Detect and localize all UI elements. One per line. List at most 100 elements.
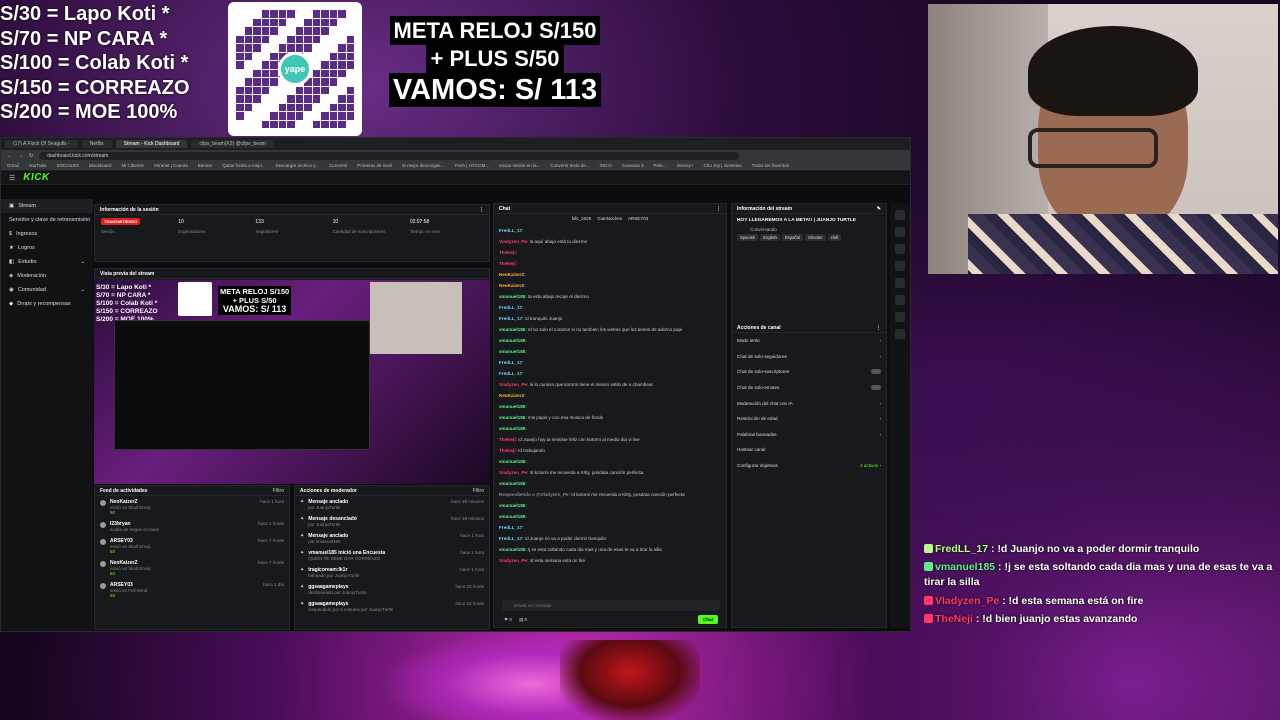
rail-icon[interactable]: [895, 210, 905, 220]
bookmark-item[interactable]: INGYI: [600, 163, 612, 168]
chat-username[interactable]: FredLL_17: [499, 525, 522, 530]
chat-username[interactable]: TheNeji: [499, 250, 516, 255]
sidebar-item-stream[interactable]: ▣ Stream: [1, 199, 93, 213]
stream-tag[interactable]: Español: [781, 234, 804, 241]
channel-action-row[interactable]: Moderación del chat con IA ›: [732, 395, 886, 411]
chat-username[interactable]: FredLL_17: [499, 228, 522, 233]
chat-username[interactable]: FredLL_17: [499, 360, 522, 365]
sidebar-item-income[interactable]: $ Ingresos: [1, 227, 93, 241]
browser-tab[interactable]: clips_beam(X2) @clips_beam: [191, 140, 274, 148]
bookmark-item[interactable]: Mi Cibertec: [121, 163, 144, 168]
channel-action-control[interactable]: ›: [879, 354, 881, 359]
url-input[interactable]: dashboard.kick.com/stream: [39, 151, 740, 160]
channel-action-control[interactable]: ›: [879, 432, 881, 437]
bookmark-item[interactable]: YAVA | HYCOM...: [454, 163, 489, 168]
chat-username[interactable]: Vladyzen_Pe: [499, 558, 527, 563]
channel-action-row[interactable]: Hostear canal: [732, 442, 886, 458]
rail-icon[interactable]: [895, 312, 905, 322]
back-icon[interactable]: ←: [7, 153, 12, 159]
stream-tag[interactable]: Spanish: [737, 234, 759, 241]
chat-input[interactable]: Enviar un mensaje: [502, 600, 720, 611]
kick-logo[interactable]: KICK: [23, 172, 49, 183]
bookmark-item[interactable]: Chu Joy | Juventus: [703, 163, 741, 168]
stream-tag[interactable]: chill: [827, 234, 841, 241]
bookmark-item[interactable]: Banner: [198, 163, 213, 168]
bookmark-item[interactable]: Blackboard: [89, 163, 112, 168]
bookmark-item[interactable]: YouTube: [29, 163, 47, 168]
rail-icon[interactable]: [895, 329, 905, 339]
sidebar-item-moderation[interactable]: ◈ Moderación: [1, 269, 93, 283]
edit-icon[interactable]: ✎: [877, 206, 881, 212]
chat-username[interactable]: vmanuel185: [499, 481, 525, 486]
chat-username[interactable]: vmanuel185: [499, 338, 525, 343]
rail-icon[interactable]: [895, 278, 905, 288]
channel-action-row[interactable]: Chat de solo-emotes: [732, 380, 886, 396]
toggle-switch[interactable]: [871, 368, 881, 374]
chat-username[interactable]: Vladyzen_Pe: [499, 239, 527, 244]
gift-icon[interactable]: ⚑: [504, 617, 508, 622]
chat-username[interactable]: vmanuel185: [499, 426, 525, 431]
chat-username[interactable]: NeoKaizerZ: [499, 393, 524, 398]
chat-username[interactable]: Vladyzen_Pe: [499, 470, 527, 475]
channel-action-control[interactable]: [871, 384, 881, 391]
chat-username[interactable]: vmanuel185: [499, 404, 525, 409]
bookmark-item[interactable]: Si mejor descargas...: [402, 163, 444, 168]
chat-username[interactable]: FredLL_17: [499, 305, 522, 310]
wallet-icon[interactable]: ▤: [519, 617, 523, 622]
chat-username[interactable]: vmanuel185: [499, 294, 525, 299]
chat-username[interactable]: NeoKaizerZ: [499, 283, 524, 288]
menu-icon[interactable]: ☰: [9, 174, 15, 182]
browser-tab-active[interactable]: Stream - Kick Dashboard: [115, 140, 188, 148]
sidebar-item-studio[interactable]: ◧ Estudio ⌄: [1, 255, 93, 269]
chat-username[interactable]: FredLL_17: [499, 371, 522, 376]
browser-tab[interactable]: (17) A Flock Of Seagulls -: [5, 140, 78, 148]
bookmark-item[interactable]: Pelic...: [654, 163, 668, 168]
top-gifter[interactable]: GianNoches: [597, 216, 622, 221]
bookmark-item[interactable]: Gmail: [7, 163, 19, 168]
filter-button[interactable]: Filtro: [473, 488, 484, 494]
more-icon[interactable]: ⋮: [479, 207, 484, 213]
reload-icon[interactable]: ↻: [29, 153, 33, 159]
chat-username[interactable]: vmanuel185: [499, 415, 525, 420]
stream-preview-video[interactable]: S/30 = Lapo Koti * S/70 = NP CARA * S/10…: [94, 280, 490, 484]
chat-send-button[interactable]: Chat: [698, 615, 718, 624]
more-icon[interactable]: ⋮: [716, 206, 721, 212]
chat-username[interactable]: vmanuel185: [499, 459, 525, 464]
sidebar-item-community[interactable]: ◉ Comunidad ⌄: [1, 283, 93, 297]
rail-icon[interactable]: [895, 261, 905, 271]
bookmark-item[interactable]: Quitar fondo a mejo...: [222, 163, 265, 168]
chat-username[interactable]: TheNeji: [499, 448, 516, 453]
sidebar-item-achievements[interactable]: ★ Logros: [1, 241, 93, 255]
toggle-switch[interactable]: [871, 384, 881, 390]
stream-tag[interactable]: English: [760, 234, 780, 241]
bookmark-item[interactable]: Disney+: [677, 163, 693, 168]
chat-username[interactable]: Vladyzen_Pe: [499, 382, 527, 387]
channel-action-control[interactable]: ›: [879, 401, 881, 406]
chat-username[interactable]: FredLL_17: [499, 536, 522, 541]
chat-username[interactable]: TheNeji: [499, 437, 516, 442]
chat-username[interactable]: vmanuel185: [499, 503, 525, 508]
channel-action-control[interactable]: ›: [879, 338, 881, 343]
sidebar-item-drops[interactable]: ◆ Drops y recompensas: [1, 297, 93, 311]
filter-button[interactable]: Filtro: [273, 488, 284, 494]
channel-action-row[interactable]: Restricción de edad ›: [732, 411, 886, 427]
bookmark-item[interactable]: Descargar archivo y...: [276, 163, 319, 168]
bookmark-item[interactable]: Iniciar sesión en la...: [499, 163, 540, 168]
channel-action-row[interactable]: Configurar objetivos 2 activos ›: [732, 458, 886, 474]
channel-action-control[interactable]: 2 activos ›: [860, 463, 881, 468]
bookmark-item[interactable]: Intranet | Cuenta: [154, 163, 187, 168]
browser-tab[interactable]: Netflix: [81, 140, 112, 148]
chat-username[interactable]: vmanuel185: [499, 349, 525, 354]
top-gifter[interactable]: fdlc_2025: [572, 216, 592, 221]
channel-action-row[interactable]: Palabras baneadas ›: [732, 427, 886, 443]
more-icon[interactable]: ⋮: [876, 325, 881, 331]
channel-action-row[interactable]: Chat de solo-seguidores ›: [732, 349, 886, 365]
sidebar-item-server-key[interactable]: Servidor y clave de retransmisión: [1, 213, 93, 227]
chat-username[interactable]: vmanuel185: [499, 327, 525, 332]
channel-action-control[interactable]: ›: [879, 416, 881, 421]
chat-username[interactable]: Respondiendo a @Vladyzen_Pe: [499, 492, 569, 497]
channel-action-row[interactable]: Modo lento ›: [732, 333, 886, 349]
rail-icon[interactable]: [895, 227, 905, 237]
chat-username[interactable]: NeoKaizerZ: [499, 272, 524, 277]
bookmark-item[interactable]: SOCIALES: [56, 163, 79, 168]
